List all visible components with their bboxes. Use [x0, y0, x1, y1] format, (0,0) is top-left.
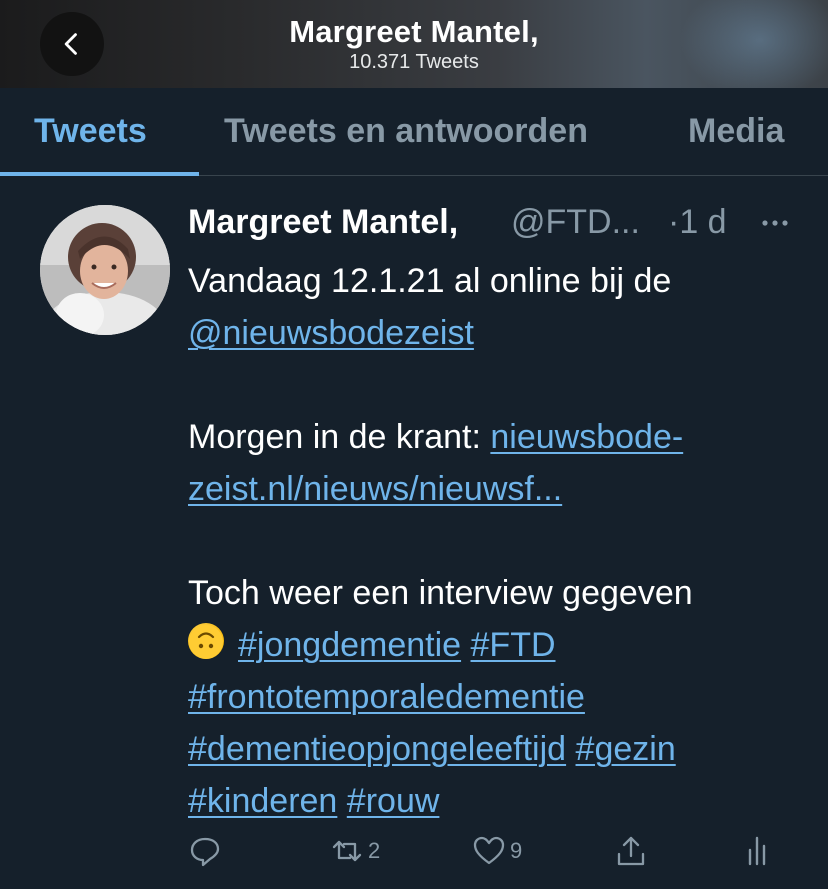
tweet-timestamp[interactable]: ·1 d [668, 203, 727, 242]
author-handle[interactable]: @FTD... [511, 203, 640, 242]
tab-tweets[interactable]: Tweets [34, 112, 147, 151]
retweet-button[interactable]: 2 [330, 829, 380, 873]
tab-media[interactable]: Media [688, 112, 784, 151]
more-dots-icon[interactable] [758, 203, 792, 237]
author-name[interactable]: Margreet Mantel, [188, 203, 458, 242]
tweet-actions: 2 9 [188, 829, 788, 873]
hashtag-link[interactable]: #jongdementie [238, 626, 461, 664]
retweet-count: 2 [368, 838, 381, 863]
article-link-continued[interactable]: zeist.nl/nieuws/nieuwsf... [188, 470, 562, 508]
upside-down-face-emoji [188, 623, 224, 659]
analytics-bars-icon [748, 836, 766, 866]
mention-link[interactable]: @nieuwsbodezeist [188, 314, 474, 352]
hashtag-link[interactable]: #FTD [471, 626, 556, 664]
share-button[interactable] [614, 829, 648, 873]
avatar[interactable] [40, 205, 170, 335]
retweet-icon [332, 840, 362, 862]
hashtag-link[interactable]: #gezin [576, 730, 676, 768]
analytics-button[interactable] [740, 829, 774, 873]
reply-button[interactable] [188, 829, 222, 873]
like-button[interactable]: 9 [472, 829, 522, 873]
tweet-header: Margreet Mantel, @FTD... ·1 d [188, 203, 808, 247]
like-count: 9 [510, 838, 523, 863]
avatar-photo [40, 205, 170, 335]
tweet-text: Vandaag 12.1.21 al online bij de @nieuws… [188, 255, 798, 827]
tweet-count: 10.371 Tweets [349, 51, 479, 73]
hashtag-link[interactable]: #frontotemporaledementie [188, 678, 585, 716]
tab-tweets-and-replies[interactable]: Tweets en antwoorden [224, 112, 588, 151]
tweet-line: Vandaag 12.1.21 al online bij de [188, 262, 672, 300]
hashtag-link[interactable]: #rouw [347, 782, 440, 820]
article-link[interactable]: nieuwsbode- [490, 418, 683, 456]
share-icon [617, 836, 645, 866]
heart-icon [473, 836, 505, 865]
profile-tabs: Tweets Tweets en antwoorden Media [0, 88, 828, 176]
tweet[interactable]: Margreet Mantel, @FTD... ·1 d Vandaag 12… [0, 177, 828, 889]
hashtag-link[interactable]: #kinderen [188, 782, 337, 820]
profile-name-title: Margreet Mantel, [289, 14, 539, 49]
tweet-line: Morgen in de krant: [188, 418, 491, 456]
profile-header: Margreet Mantel, 10.371 Tweets [0, 0, 828, 88]
hashtag-link[interactable]: #dementieopjongeleeftijd [188, 730, 566, 768]
reply-bubble-icon [190, 837, 220, 867]
tweet-line: Toch weer een interview gegeven [188, 574, 693, 612]
active-tab-indicator [0, 172, 199, 176]
